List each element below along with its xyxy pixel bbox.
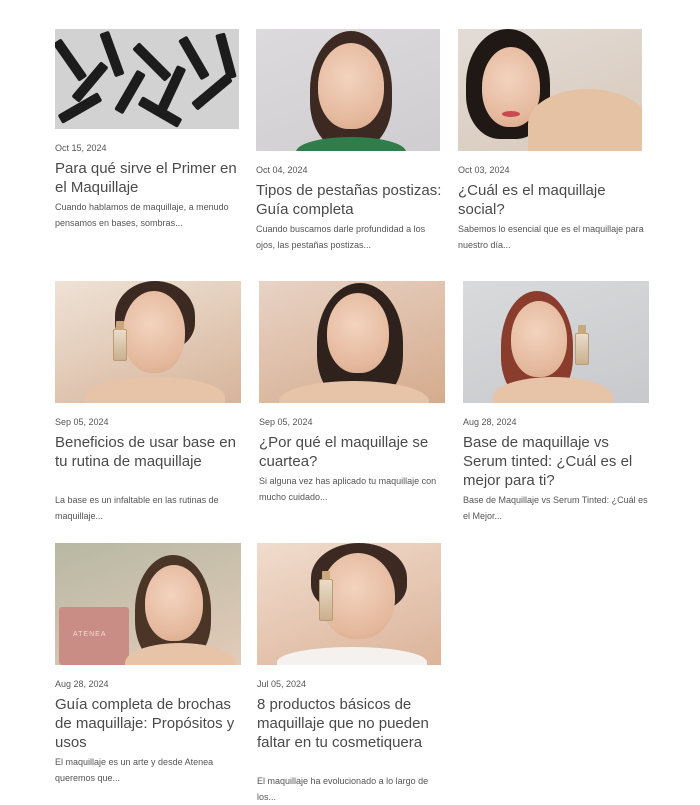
blog-post-card[interactable]: Jul 05, 2024 8 productos básicos de maqu…	[257, 543, 443, 802]
blog-post-card[interactable]: Aug 28, 2024 Base de maquillaje vs Serum…	[463, 281, 649, 521]
post-excerpt: Cuando buscamos darle profundidad a los …	[256, 224, 426, 250]
post-thumbnail[interactable]	[458, 29, 642, 151]
post-date: Oct 15, 2024	[55, 143, 107, 153]
post-date: Sep 05, 2024	[55, 417, 109, 427]
post-excerpt: Sabemos lo esencial que es el maquillaje…	[458, 224, 644, 250]
post-title[interactable]: Tipos de pestañas postizas: Guía complet…	[256, 181, 442, 219]
post-date: Sep 05, 2024	[259, 417, 313, 427]
post-excerpt: La base es un infaltable en las rutinas …	[55, 495, 219, 521]
post-date: Oct 03, 2024	[458, 165, 510, 175]
post-thumbnail[interactable]	[55, 281, 241, 403]
post-thumbnail[interactable]	[256, 29, 440, 151]
blog-post-card[interactable]: Oct 04, 2024 Tipos de pestañas postizas:…	[256, 29, 442, 250]
post-date: Jul 05, 2024	[257, 679, 307, 689]
post-thumbnail[interactable]	[257, 543, 441, 665]
blog-post-card[interactable]: Sep 05, 2024 Beneficios de usar base en …	[55, 281, 241, 521]
post-title[interactable]: Base de maquillaje vs Serum tinted: ¿Cuá…	[463, 433, 649, 490]
blog-post-card[interactable]: ATENEA Aug 28, 2024 Guía completa de bro…	[55, 543, 241, 783]
post-date: Aug 28, 2024	[55, 679, 109, 689]
post-excerpt: El maquillaje ha evolucionado a lo largo…	[257, 776, 429, 802]
post-thumbnail[interactable]: ATENEA	[55, 543, 241, 665]
post-excerpt: Cuando hablamos de maquillaje, a menudo …	[55, 202, 229, 228]
post-title[interactable]: ¿Por qué el maquillaje se cuartea?	[259, 433, 445, 471]
post-excerpt: Base de Maquillaje vs Serum Tinted: ¿Cuá…	[463, 495, 648, 521]
post-thumbnail[interactable]	[463, 281, 649, 403]
post-title[interactable]: Guía completa de brochas de maquillaje: …	[55, 695, 241, 752]
post-date: Aug 28, 2024	[463, 417, 517, 427]
blog-post-card[interactable]: Oct 03, 2024 ¿Cuál es el maquillaje soci…	[458, 29, 644, 250]
post-title[interactable]: Para qué sirve el Primer en el Maquillaj…	[55, 159, 241, 197]
post-excerpt: El maquillaje es un arte y desde Atenea …	[55, 757, 214, 783]
post-thumbnail[interactable]	[259, 281, 445, 403]
post-excerpt: Si alguna vez has aplicado tu maquillaje…	[259, 476, 437, 502]
blog-post-card[interactable]: Sep 05, 2024 ¿Por qué el maquillaje se c…	[259, 281, 445, 502]
post-title[interactable]: Beneficios de usar base en tu rutina de …	[55, 433, 241, 471]
palette-brand-text: ATENEA	[73, 631, 107, 638]
post-title[interactable]: 8 productos básicos de maquillaje que no…	[257, 695, 443, 752]
blog-post-card[interactable]: Oct 15, 2024 Para qué sirve el Primer en…	[55, 29, 241, 228]
post-title[interactable]: ¿Cuál es el maquillaje social?	[458, 181, 644, 219]
post-thumbnail[interactable]	[55, 29, 239, 129]
post-date: Oct 04, 2024	[256, 165, 308, 175]
